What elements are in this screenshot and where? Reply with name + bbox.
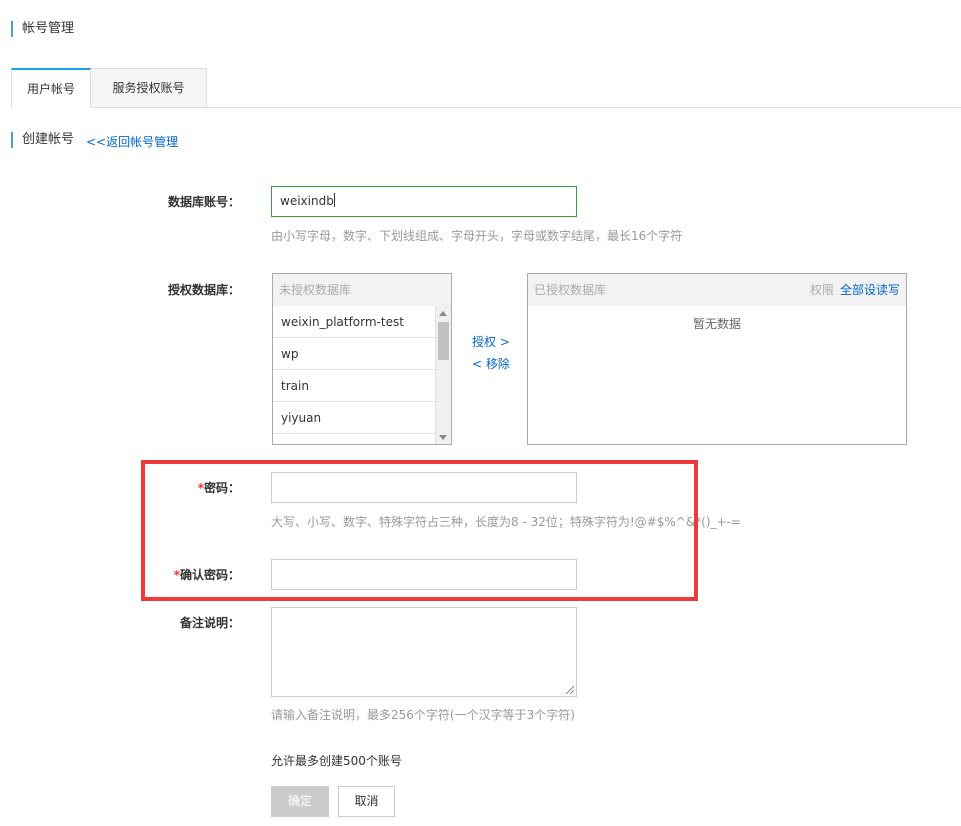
list-item[interactable]: train [273,370,436,402]
resize-grip-icon[interactable] [566,686,574,694]
unauthorized-db-header: 未授权数据库 [273,274,451,306]
empty-state-text: 暂无数据 [692,317,741,331]
authorized-db-header: 已授权数据库 权限 全部设读写 [528,274,906,306]
tab-user-accounts[interactable]: 用户帐号 [11,68,91,108]
cancel-button[interactable]: 取消 [338,786,395,817]
unauthorized-db-list: 未授权数据库 weixin_platform-test wp train yiy… [272,273,452,445]
list-scrollbar[interactable] [435,306,451,444]
db-account-input[interactable]: weixindb [271,186,577,217]
authorized-db-title: 已授权数据库 [534,283,607,297]
list-item[interactable]: weixin_platform-test [273,306,436,338]
scroll-up-arrow-icon[interactable] [439,311,447,316]
highlight-frame [141,460,698,601]
authorized-db-list: 已授权数据库 权限 全部设读写 暂无数据 [527,273,907,445]
remove-link[interactable]: < 移除 [472,356,510,372]
remark-label: 备注说明： [179,616,240,630]
text-caret [333,193,335,207]
remark-textarea[interactable] [271,607,577,697]
tab-service-accounts[interactable]: 服务授权账号 [91,68,207,108]
grant-link[interactable]: 授权 > [472,334,510,350]
permission-label: 权限 [809,283,834,297]
page-title: 帐号管理 [11,21,74,37]
confirm-button[interactable]: 确定 [271,786,329,817]
db-account-value: weixindb [280,194,334,208]
section-title: 创建帐号 [11,132,74,148]
list-item[interactable]: wp [273,338,436,370]
scroll-down-arrow-icon[interactable] [439,435,447,440]
set-all-readwrite-link[interactable]: 全部设读写 [840,274,900,306]
tab-bar: 用户帐号 服务授权账号 [11,68,961,108]
account-limit-note: 允许最多创建500个账号 [271,754,402,768]
list-item[interactable]: yiyuan [273,402,436,434]
db-account-hint: 由小写字母，数字、下划线组成、字母开头，字母或数字结尾，最长16个字符 [271,229,683,243]
db-account-label: 数据库账号： [167,195,240,209]
back-to-accounts-link[interactable]: <<返回帐号管理 [86,134,178,150]
scrollbar-thumb[interactable] [438,322,449,360]
remark-hint: 请输入备注说明，最多256个字符(一个汉字等于3个字符) [271,708,575,722]
authorize-db-label: 授权数据库： [167,283,240,297]
